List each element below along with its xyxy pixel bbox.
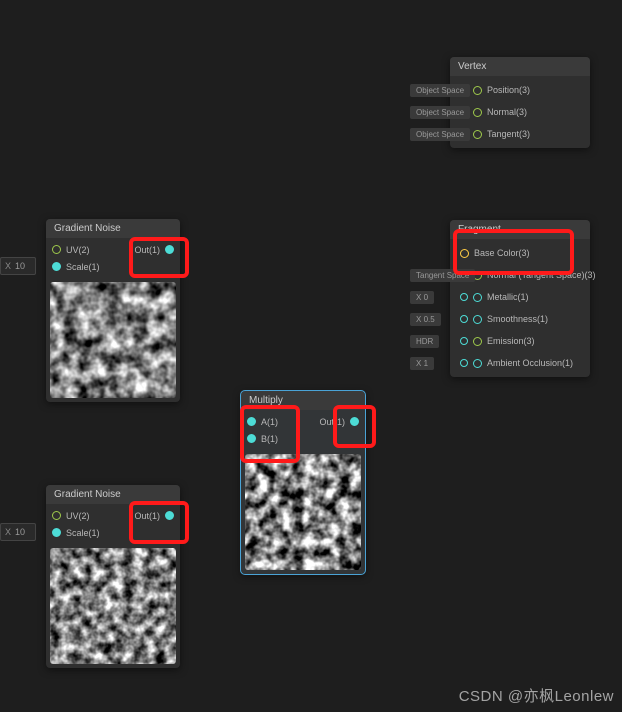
node-title: Vertex: [450, 57, 590, 76]
port-out[interactable]: [165, 511, 174, 520]
node-gradient-noise-2[interactable]: Gradient Noise UV(2) Out(1) Scale(1): [46, 485, 180, 668]
port-smooth-in[interactable]: [473, 315, 482, 324]
port-b-in[interactable]: [247, 434, 256, 443]
node-title: Fragment: [450, 220, 590, 239]
port-emission-in[interactable]: [473, 337, 482, 346]
port-a-in[interactable]: [247, 417, 256, 426]
port-out[interactable]: [350, 417, 359, 426]
port-uv-in[interactable]: [52, 511, 61, 520]
scale-input-gn1[interactable]: X10: [0, 257, 36, 275]
node-vertex[interactable]: Vertex Object SpacePosition(3) Object Sp…: [450, 57, 590, 148]
port-tangent-in[interactable]: [473, 130, 482, 139]
port-uv-in[interactable]: [52, 245, 61, 254]
port-metallic-in[interactable]: [473, 293, 482, 302]
node-title: Multiply: [241, 391, 365, 410]
port-scale-in[interactable]: [52, 528, 61, 537]
connection-layer: [0, 0, 300, 150]
port-position-in[interactable]: [473, 86, 482, 95]
chain-icon: [460, 315, 468, 323]
port-ao-in[interactable]: [473, 359, 482, 368]
chain-icon: [460, 293, 468, 301]
port-normal-in[interactable]: [473, 108, 482, 117]
node-multiply[interactable]: Multiply A(1) Out(1) B(1): [241, 391, 365, 574]
port-scale-in[interactable]: [52, 262, 61, 271]
watermark: CSDN @亦枫Leonlew: [459, 685, 614, 706]
node-title: Gradient Noise: [46, 219, 180, 238]
node-fragment[interactable]: Fragment Base Color(3) Tangent SpaceNorm…: [450, 220, 590, 377]
port-basecolor-in[interactable]: [460, 249, 469, 258]
scale-input-gn2[interactable]: X10: [0, 523, 36, 541]
chain-icon: [460, 337, 468, 345]
node-title: Gradient Noise: [46, 485, 180, 504]
node-gradient-noise-1[interactable]: Gradient Noise UV(2) Out(1) Scale(1): [46, 219, 180, 402]
port-out[interactable]: [165, 245, 174, 254]
chain-icon: [460, 359, 468, 367]
